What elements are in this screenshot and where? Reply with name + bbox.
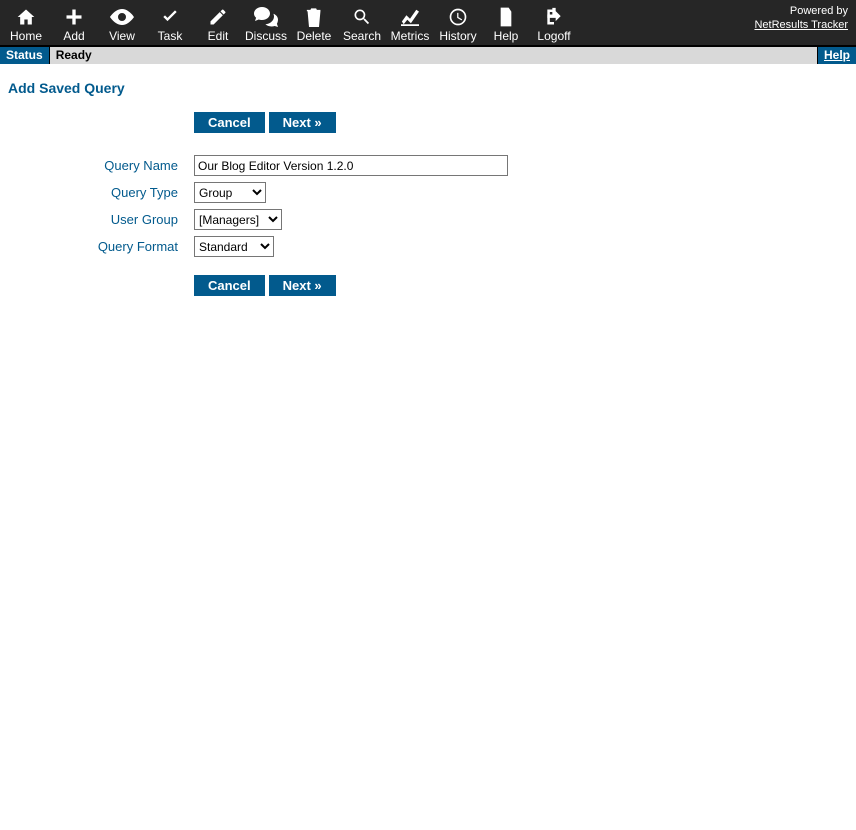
- toolbar-task[interactable]: Task: [146, 6, 194, 45]
- powered-by-label: Powered by: [754, 4, 848, 18]
- trash-icon: [305, 6, 323, 28]
- toolbar-label: Delete: [297, 28, 332, 43]
- toolbar-edit[interactable]: Edit: [194, 6, 242, 45]
- toolbar-items: Home Add View Task Edit: [0, 0, 580, 45]
- pencil-icon: [208, 6, 228, 28]
- page-title: Add Saved Query: [0, 64, 856, 104]
- file-icon: [498, 6, 514, 28]
- toolbar-discuss[interactable]: Discuss: [242, 6, 290, 45]
- toolbar-label: History: [439, 28, 476, 43]
- clock-icon: [448, 6, 468, 28]
- toolbar-label: Task: [158, 28, 183, 43]
- user-group-label: User Group: [8, 212, 194, 227]
- query-name-label: Query Name: [8, 158, 194, 173]
- toolbar-add[interactable]: Add: [50, 6, 98, 45]
- statusbar-help-link[interactable]: Help: [817, 47, 856, 64]
- query-format-label: Query Format: [8, 239, 194, 254]
- toolbar-delete[interactable]: Delete: [290, 6, 338, 45]
- top-toolbar: Home Add View Task Edit: [0, 0, 856, 45]
- toolbar-view[interactable]: View: [98, 6, 146, 45]
- check-icon: [159, 6, 181, 28]
- cancel-button[interactable]: Cancel: [194, 275, 265, 296]
- next-button[interactable]: Next »: [269, 275, 336, 296]
- status-value: Ready: [50, 47, 98, 64]
- status-label: Status: [0, 47, 50, 64]
- toolbar-label: Logoff: [537, 28, 570, 43]
- eye-icon: [110, 6, 134, 28]
- form-area: Cancel Next » Query Name Query Type Grou…: [0, 104, 856, 326]
- toolbar-label: Home: [10, 28, 42, 43]
- plus-icon: [64, 6, 84, 28]
- toolbar-branding: Powered by NetResults Tracker: [754, 0, 856, 45]
- query-type-select[interactable]: Group: [194, 182, 266, 203]
- cancel-button[interactable]: Cancel: [194, 112, 265, 133]
- query-type-label: Query Type: [8, 185, 194, 200]
- toolbar-search[interactable]: Search: [338, 6, 386, 45]
- user-group-select[interactable]: [Managers]: [194, 209, 282, 230]
- toolbar-label: Metrics: [391, 28, 430, 43]
- search-icon: [352, 6, 372, 28]
- toolbar-label: Discuss: [245, 28, 287, 43]
- button-row-bottom: Cancel Next »: [194, 275, 848, 296]
- toolbar-label: View: [109, 28, 135, 43]
- toolbar-home[interactable]: Home: [2, 6, 50, 45]
- toolbar-label: Edit: [208, 28, 229, 43]
- button-row-top: Cancel Next »: [194, 112, 848, 133]
- comments-icon: [254, 6, 278, 28]
- toolbar-label: Search: [343, 28, 381, 43]
- toolbar-label: Help: [494, 28, 519, 43]
- toolbar-help[interactable]: Help: [482, 6, 530, 45]
- toolbar-history[interactable]: History: [434, 6, 482, 45]
- home-icon: [15, 6, 37, 28]
- chart-icon: [399, 6, 421, 28]
- brand-link[interactable]: NetResults Tracker: [754, 19, 848, 31]
- logoff-icon: [543, 6, 565, 28]
- toolbar-logoff[interactable]: Logoff: [530, 6, 578, 45]
- toolbar-metrics[interactable]: Metrics: [386, 6, 434, 45]
- next-button[interactable]: Next »: [269, 112, 336, 133]
- query-name-input[interactable]: [194, 155, 508, 176]
- toolbar-label: Add: [63, 28, 84, 43]
- query-format-select[interactable]: Standard: [194, 236, 274, 257]
- status-bar: Status Ready Help: [0, 45, 856, 64]
